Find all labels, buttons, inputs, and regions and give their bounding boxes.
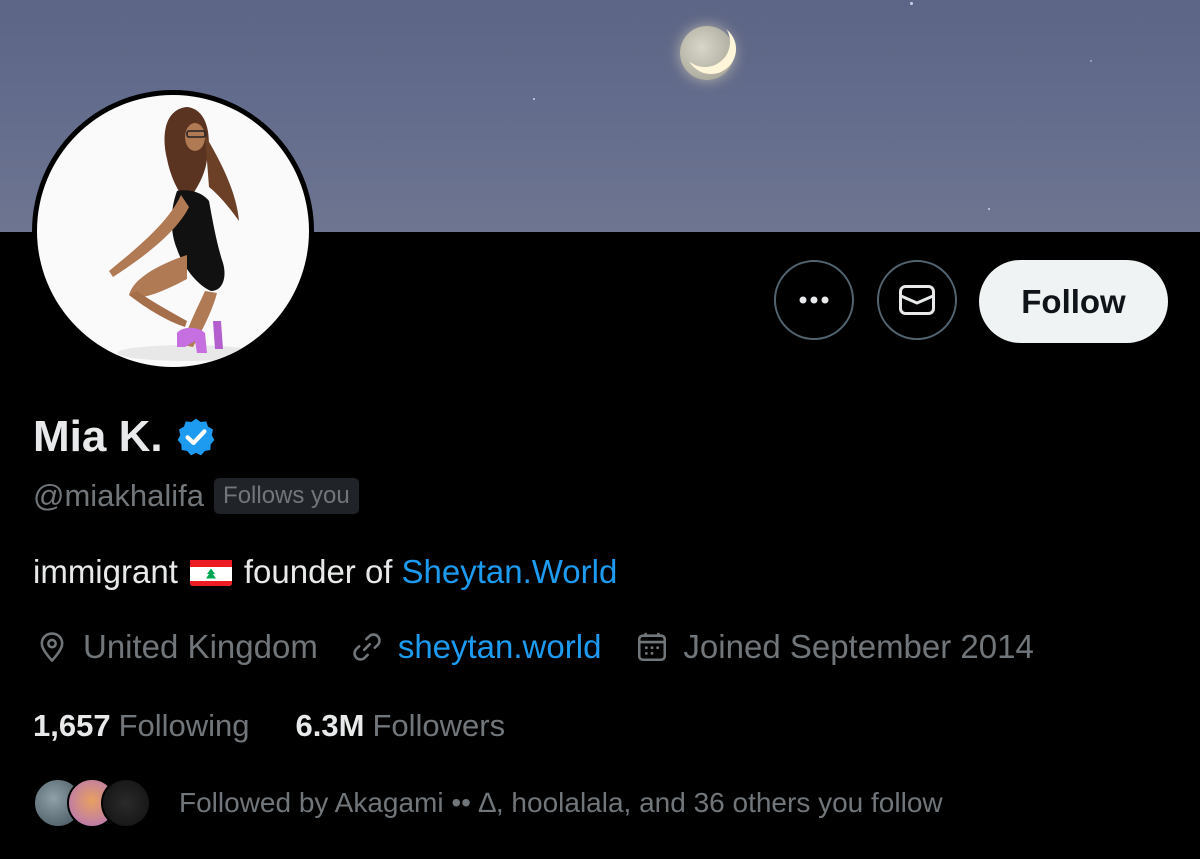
followers-label: Followers <box>372 708 506 743</box>
avatar-illustration <box>109 107 257 361</box>
bio-text: immigrant <box>33 553 178 590</box>
avatar <box>101 778 151 828</box>
more-horizontal-icon <box>799 296 829 304</box>
following-count: 1,657 <box>33 708 111 743</box>
mutual-avatars <box>33 778 151 828</box>
join-date-text: Joined September 2014 <box>683 628 1034 665</box>
followed-by-row[interactable]: Followed by Akagami •• ∆, hoolalala, and… <box>33 778 943 828</box>
followed-by-text: Followed by Akagami •• ∆, hoolalala, and… <box>179 787 943 818</box>
avatar-image <box>37 95 309 367</box>
followers-link[interactable]: 6.3M Followers <box>296 708 506 744</box>
location: United Kingdom <box>35 628 318 666</box>
location-text: United Kingdom <box>83 628 318 665</box>
profile-meta: United Kingdom sheytan.world Joined Sept… <box>35 628 1034 666</box>
follows-you-badge: Follows you <box>214 478 359 514</box>
lebanon-flag-icon <box>189 558 232 586</box>
display-name: Mia K. <box>33 412 217 462</box>
following-link[interactable]: 1,657 Following <box>33 708 250 744</box>
envelope-icon <box>899 285 935 315</box>
star <box>988 208 990 210</box>
bio-text: founder of <box>243 553 393 590</box>
verified-badge-icon[interactable] <box>175 416 217 458</box>
follow-button[interactable]: Follow <box>979 260 1168 343</box>
link-icon <box>353 633 381 661</box>
star <box>533 98 535 100</box>
star <box>1090 60 1092 62</box>
star <box>910 2 913 5</box>
moon-image <box>680 26 734 80</box>
username: @miakhalifa <box>33 478 205 513</box>
following-label: Following <box>118 708 250 743</box>
follow-stats: 1,657 Following 6.3M Followers <box>33 708 505 744</box>
join-date: Joined September 2014 <box>635 628 1034 666</box>
display-name-text: Mia K. <box>33 412 163 461</box>
handle-row: @miakhalifa Follows you <box>33 478 359 514</box>
location-pin-icon <box>40 632 64 663</box>
more-options-button[interactable] <box>774 260 854 340</box>
website-link[interactable]: sheytan.world <box>398 628 602 666</box>
calendar-icon <box>638 632 667 662</box>
profile-avatar[interactable] <box>32 90 314 372</box>
bio: immigrant founder of Sheytan.World <box>33 553 617 591</box>
website[interactable]: sheytan.world <box>350 628 602 666</box>
bio-link[interactable]: Sheytan.World <box>401 553 617 591</box>
followers-count: 6.3M <box>295 708 365 743</box>
message-button[interactable] <box>877 260 957 340</box>
